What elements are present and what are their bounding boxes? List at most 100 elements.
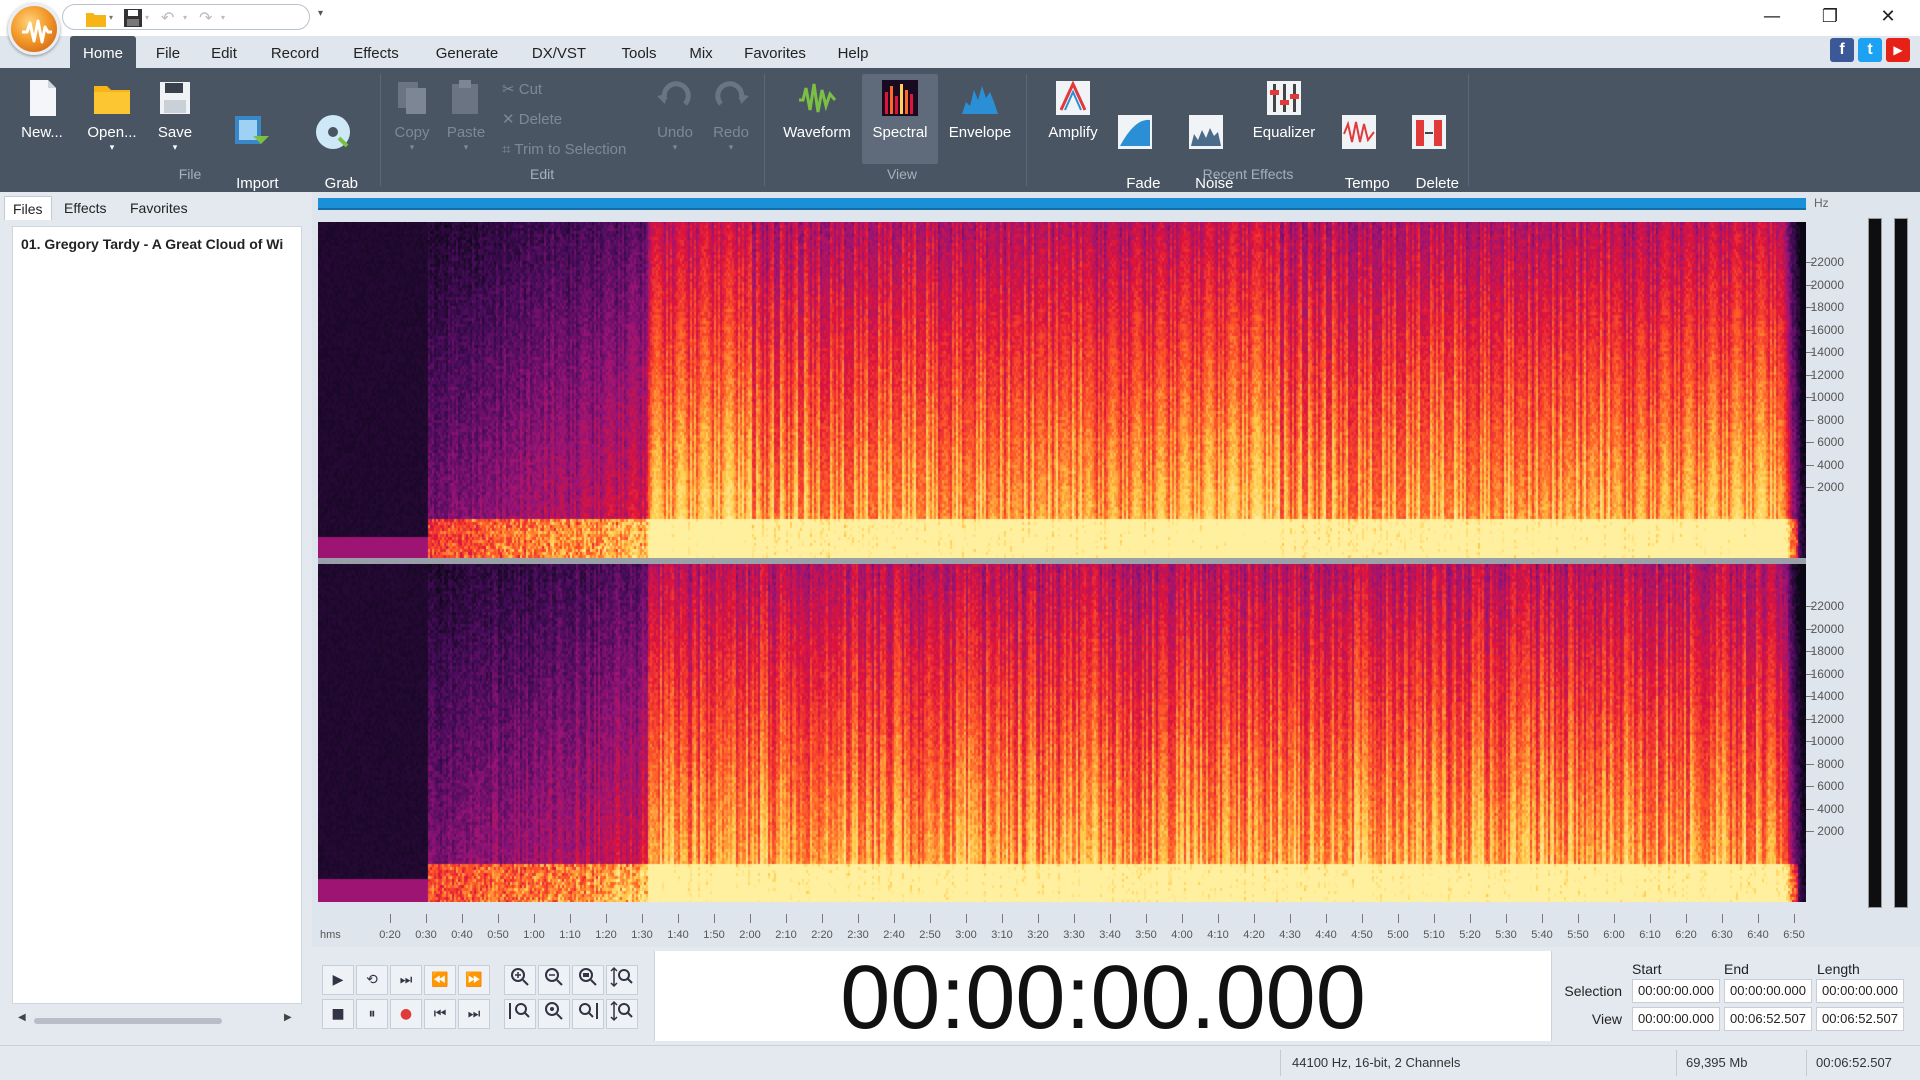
dropdown-arrow-icon[interactable]: ▾ [183, 8, 187, 28]
zoom-full-icon[interactable] [572, 965, 604, 995]
time-tick-label: 0:40 [451, 929, 473, 941]
group-separator [1468, 74, 1469, 186]
menu-edit[interactable]: Edit [206, 36, 242, 68]
waveform-view-button[interactable]: Waveform [778, 78, 856, 166]
facebook-icon[interactable]: f [1830, 38, 1854, 62]
record-button[interactable]: ● [390, 999, 422, 1029]
fast-forward-button[interactable]: ⏩ [458, 965, 490, 995]
zoom-to-fit-icon[interactable] [538, 999, 570, 1029]
paste-button[interactable]: Paste ▾ [444, 78, 488, 152]
go-to-start-button[interactable]: ⏮ [424, 999, 456, 1029]
dropdown-arrow-icon[interactable]: ▾ [145, 8, 149, 28]
save-button[interactable]: Save ▾ [152, 78, 198, 152]
selection-length-field[interactable]: 00:00:00.000 [1816, 979, 1904, 1003]
dropdown-arrow-icon[interactable]: ▾ [221, 8, 225, 28]
view-start-field[interactable]: 00:00:00.000 [1632, 1007, 1720, 1031]
zoom-vertical-in-icon[interactable] [606, 965, 638, 995]
spectral-view-button[interactable]: Spectral [862, 74, 938, 164]
menu-generate[interactable]: Generate [426, 36, 508, 68]
list-item[interactable]: 01. Gregory Tardy - A Great Cloud of Wi [21, 236, 301, 252]
time-tick [1110, 914, 1111, 923]
redo-icon[interactable]: ↷ [199, 8, 212, 28]
time-ruler[interactable]: hms 0:20 0:30 0:40 0:50 1:00 1:10 1:20 1:30 1:40… [318, 912, 1806, 944]
menu-favorites[interactable]: Favorites [736, 36, 814, 68]
copy-button[interactable]: Copy ▾ [392, 78, 432, 152]
time-tick [1686, 914, 1687, 923]
cut-button[interactable]: ✂ Cut [502, 78, 542, 100]
redo-button[interactable]: Redo ▾ [708, 78, 754, 152]
equalizer-button[interactable]: Equalizer [1248, 78, 1320, 141]
tab-favorites[interactable]: Favorites [122, 196, 196, 220]
selection-start-field[interactable]: 00:00:00.000 [1632, 979, 1720, 1003]
scroll-right-icon[interactable]: ▶ [284, 1012, 292, 1023]
amplify-button[interactable]: Amplify [1040, 78, 1106, 141]
overview-bar[interactable] [318, 198, 1806, 210]
twitter-icon[interactable]: t [1858, 38, 1882, 62]
zoom-selection-icon[interactable] [504, 999, 536, 1029]
time-tick-label: 3:10 [991, 929, 1013, 941]
scroll-thumb[interactable] [34, 1018, 222, 1024]
undo-button[interactable]: Undo ▾ [652, 78, 698, 152]
dropdown-arrow-icon: ▾ [672, 142, 678, 152]
zoom-out-icon[interactable] [538, 965, 570, 995]
view-length-field[interactable]: 00:06:52.507 [1816, 1007, 1904, 1031]
time-tick-label: 5:40 [1531, 929, 1553, 941]
menu-tools[interactable]: Tools [612, 36, 666, 68]
new-button[interactable]: New... [16, 78, 68, 141]
app-logo[interactable] [8, 3, 60, 55]
equalizer-label: Equalizer [1252, 124, 1316, 141]
copy-icon [398, 82, 426, 114]
envelope-view-button[interactable]: Envelope [944, 78, 1016, 141]
youtube-icon[interactable]: ▶ [1886, 38, 1910, 62]
dropdown-arrow-icon[interactable]: ▾ [109, 8, 113, 28]
open-button[interactable]: Open... ▾ [80, 78, 144, 152]
minimize-button[interactable]: — [1744, 0, 1800, 34]
menu-file[interactable]: File [150, 36, 186, 68]
time-tick-label: 1:30 [631, 929, 653, 941]
time-tick [1326, 914, 1327, 923]
go-to-end-button[interactable]: ⏭ [458, 999, 490, 1029]
zoom-in-icon[interactable] [504, 965, 536, 995]
menu-mix[interactable]: Mix [684, 36, 718, 68]
group-separator [380, 74, 381, 186]
time-tick [1218, 914, 1219, 923]
trim-to-selection-button[interactable]: ⌗ Trim to Selection [502, 138, 626, 160]
spectrogram-left-channel[interactable] [318, 222, 1806, 558]
view-end-field[interactable]: 00:06:52.507 [1724, 1007, 1812, 1031]
horizontal-scrollbar[interactable]: ◀ ▶ [12, 1012, 302, 1028]
pause-button[interactable]: ⏸ [356, 999, 388, 1029]
save-icon[interactable] [123, 8, 143, 28]
tab-files[interactable]: Files [4, 196, 52, 220]
stop-button[interactable]: ■ [322, 999, 354, 1029]
zoom-vertical-out-icon[interactable] [606, 999, 638, 1029]
open-label: Open... [87, 124, 137, 141]
menu-help[interactable]: Help [830, 36, 876, 68]
spectral-label: Spectral [872, 124, 928, 141]
tab-effects[interactable]: Effects [56, 196, 115, 220]
scroll-left-icon[interactable]: ◀ [18, 1012, 26, 1023]
restore-button[interactable]: ❐ [1802, 0, 1858, 34]
loop-button[interactable]: ⟲ [356, 965, 388, 995]
frequency-tick-label: 16000 [1810, 322, 1844, 337]
open-folder-icon[interactable] [85, 8, 107, 28]
close-button[interactable]: ✕ [1860, 0, 1916, 34]
frequency-tick-label: 14000 [1810, 345, 1844, 359]
menu-record[interactable]: Record [264, 36, 326, 68]
zoom-right-icon[interactable] [572, 999, 604, 1029]
ribbon: New... Open... ▾ Save ▾ Import from Vide… [0, 68, 1920, 209]
menu-dxvst[interactable]: DX/VST [524, 36, 594, 68]
quick-access-toolbar: ▾ ▾ ↶ ▾ ↷ ▾ [62, 4, 310, 30]
selection-end-field[interactable]: 00:00:00.000 [1724, 979, 1812, 1003]
play-button[interactable]: ▶ [322, 965, 354, 995]
customize-toolbar-icon[interactable]: ▾ [318, 8, 323, 19]
menu-home[interactable]: Home [70, 36, 136, 68]
level-meter-right [1894, 218, 1908, 908]
frequency-tick-label: 14000 [1810, 689, 1844, 703]
menu-effects[interactable]: Effects [344, 36, 408, 68]
undo-icon[interactable]: ↶ [161, 8, 174, 28]
delete-button[interactable]: ✕ Delete [502, 108, 562, 130]
frequency-tick [1806, 718, 1814, 720]
play-to-end-button[interactable]: ⏭ [390, 965, 422, 995]
spectrogram-right-channel[interactable] [318, 564, 1806, 902]
rewind-button[interactable]: ⏪ [424, 965, 456, 995]
